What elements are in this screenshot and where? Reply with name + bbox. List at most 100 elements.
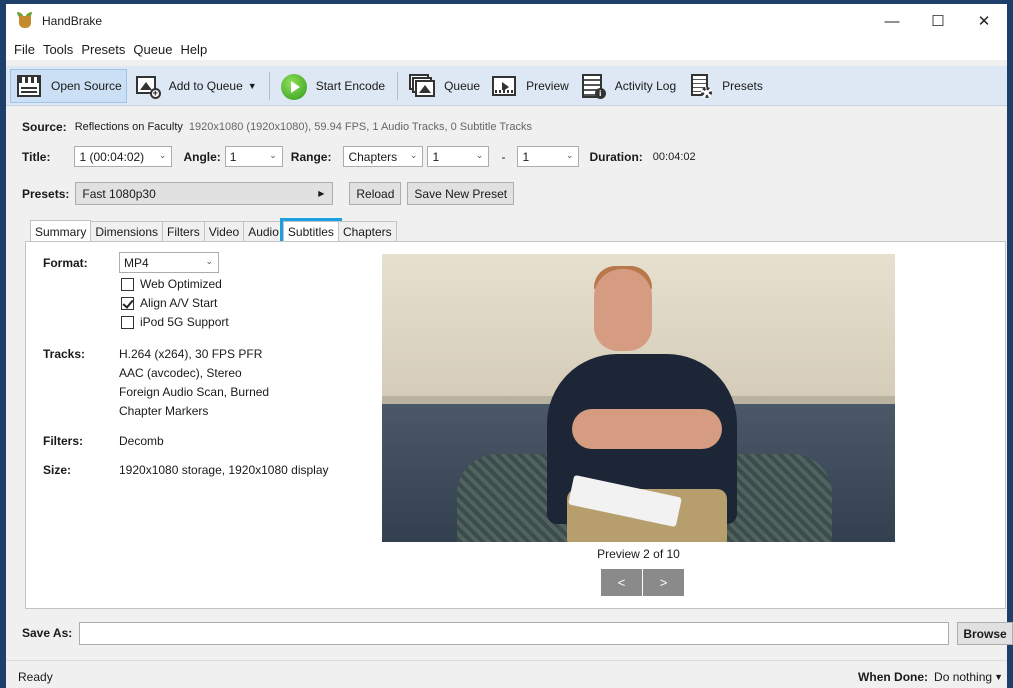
preset-select-value: Fast 1080p30 (82, 186, 156, 201)
chevron-down-icon: ⌄ (269, 150, 277, 160)
title-select-value: 1 (00:04:02) (79, 149, 145, 164)
film-preview-icon (490, 73, 518, 99)
dropdown-caret-icon[interactable]: ▼ (248, 81, 257, 91)
chevron-down-icon: ⌄ (475, 150, 484, 160)
format-label: Format: (43, 256, 88, 270)
range-end-select[interactable]: 1 ⌄ (517, 146, 580, 167)
tab-video[interactable]: Video (203, 221, 245, 242)
menu-presets[interactable]: Presets (77, 42, 129, 57)
start-encode-label: Start Encode (315, 78, 386, 93)
status-bar: Ready When Done: Do nothing ▼ (6, 660, 1007, 688)
save-new-preset-button[interactable]: Save New Preset (407, 182, 515, 205)
when-done-select[interactable]: Do nothing (934, 670, 992, 684)
menu-bar: File Tools Presets Queue Help (6, 38, 1007, 60)
filters-label: Filters: (43, 434, 84, 448)
presets-label: Presets (722, 78, 763, 93)
start-encode-button[interactable]: Start Encode (276, 69, 389, 103)
presets-row-label: Presets: (22, 186, 70, 201)
dropdown-caret-icon[interactable]: ▼ (994, 672, 1003, 682)
tab-filters[interactable]: Filters (162, 221, 205, 242)
tab-summary[interactable]: Summary (30, 220, 92, 242)
browse-button[interactable]: Browse (957, 622, 1013, 645)
presets-row: Presets: Fast 1080p30 ▶ Reload Save New … (22, 182, 515, 205)
window-title: HandBrake (42, 14, 103, 28)
menu-tools[interactable]: Tools (39, 42, 77, 57)
save-as-label: Save As: (22, 626, 73, 640)
source-info: 1920x1080 (1920x1080), 59.94 FPS, 1 Audi… (188, 121, 532, 133)
range-start-select[interactable]: 1 ⌄ (427, 146, 490, 167)
open-source-button[interactable]: Open Source (10, 68, 127, 103)
angle-select-value: 1 (229, 149, 237, 164)
add-to-queue-button[interactable]: + Add to Queue ▼ (129, 69, 261, 103)
queue-stack-icon (408, 73, 436, 99)
add-picture-icon: + (133, 73, 161, 99)
checkbox-box[interactable] (121, 277, 134, 291)
preset-select[interactable]: Fast 1080p30 ▶ (75, 182, 334, 205)
save-new-preset-label: Save New Preset (414, 186, 508, 201)
minimize-button[interactable]: — (869, 4, 915, 38)
activity-log-label: Activity Log (614, 78, 677, 93)
menu-file[interactable]: File (10, 42, 39, 57)
checkbox-checked-box[interactable] (121, 296, 134, 310)
angle-label: Angle: (183, 149, 221, 164)
preview-image (382, 254, 895, 542)
source-row: Source: Reflections on Faculty 1920x1080… (22, 120, 532, 134)
when-done-label: When Done: (858, 669, 929, 684)
save-as-row: Save As: (22, 622, 72, 645)
size-value: 1920x1080 storage, 1920x1080 display (119, 463, 329, 477)
tab-strip: Summary Dimensions Filters Video Audio S… (30, 218, 397, 245)
reload-label: Reload (356, 186, 395, 201)
handbrake-logo-icon (16, 12, 34, 30)
preview-nav: < > (601, 569, 685, 596)
save-as-input[interactable] (79, 622, 949, 645)
maximize-button[interactable]: ☐ (915, 4, 961, 38)
clapperboard-icon (15, 73, 43, 99)
menu-help[interactable]: Help (176, 42, 211, 57)
presets-button[interactable]: Presets (682, 69, 767, 103)
add-to-queue-label: Add to Queue (168, 78, 243, 93)
title-label: Title: (22, 149, 51, 164)
open-source-label: Open Source (51, 78, 122, 93)
format-select[interactable]: MP4 ⌄ (119, 252, 219, 273)
range-select[interactable]: Chapters ⌄ (343, 146, 424, 167)
toolbar-separator (397, 71, 399, 100)
web-optimized-label: Web Optimized (140, 277, 222, 291)
tab-dimensions[interactable]: Dimensions (90, 221, 164, 242)
duration-label: Duration: (589, 149, 643, 164)
menu-queue[interactable]: Queue (129, 42, 176, 57)
play-icon (280, 73, 308, 100)
title-select[interactable]: 1 (00:04:02) ⌄ (74, 146, 173, 167)
tab-chapters[interactable]: Chapters (337, 221, 397, 242)
range-label: Range: (290, 149, 332, 164)
activity-log-icon: i (579, 73, 607, 99)
queue-label: Queue (444, 78, 481, 93)
activity-log-button[interactable]: i Activity Log (575, 69, 680, 103)
tab-subtitles[interactable]: Subtitles (279, 218, 342, 245)
next-preview-button[interactable]: > (643, 569, 684, 596)
track-item: Chapter Markers (119, 404, 209, 418)
align-av-checkbox[interactable]: Align A/V Start (121, 296, 217, 310)
checkbox-box[interactable] (121, 315, 134, 329)
preview-label: Preview (526, 78, 569, 93)
reload-button[interactable]: Reload (349, 182, 402, 205)
ipod-support-label: iPod 5G Support (140, 315, 229, 329)
range-start-value: 1 (432, 149, 440, 164)
preview-button[interactable]: Preview (486, 69, 573, 103)
range-select-value: Chapters (348, 149, 398, 164)
format-select-value: MP4 (124, 255, 149, 270)
close-button[interactable]: ✕ (961, 4, 1007, 38)
angle-select[interactable]: 1 ⌄ (224, 146, 283, 167)
tracks-label: Tracks: (43, 347, 86, 361)
previous-preview-button[interactable]: < (601, 569, 642, 596)
queue-button[interactable]: Queue (404, 69, 484, 103)
toolbar: Open Source + Add to Queue ▼ Start Encod… (6, 66, 1007, 106)
chevron-right-icon: ▶ (318, 189, 325, 198)
track-item: H.264 (x264), 30 FPS PFR (119, 347, 263, 361)
preview-caption: Preview 2 of 10 (597, 547, 680, 561)
chevron-down-icon: ⌄ (409, 150, 418, 160)
range-end-value: 1 (522, 149, 530, 164)
ipod-support-checkbox[interactable]: iPod 5G Support (121, 315, 229, 329)
tab-audio[interactable]: Audio (243, 221, 284, 242)
presets-doc-gear-icon (686, 73, 714, 99)
web-optimized-checkbox[interactable]: Web Optimized (121, 277, 222, 291)
